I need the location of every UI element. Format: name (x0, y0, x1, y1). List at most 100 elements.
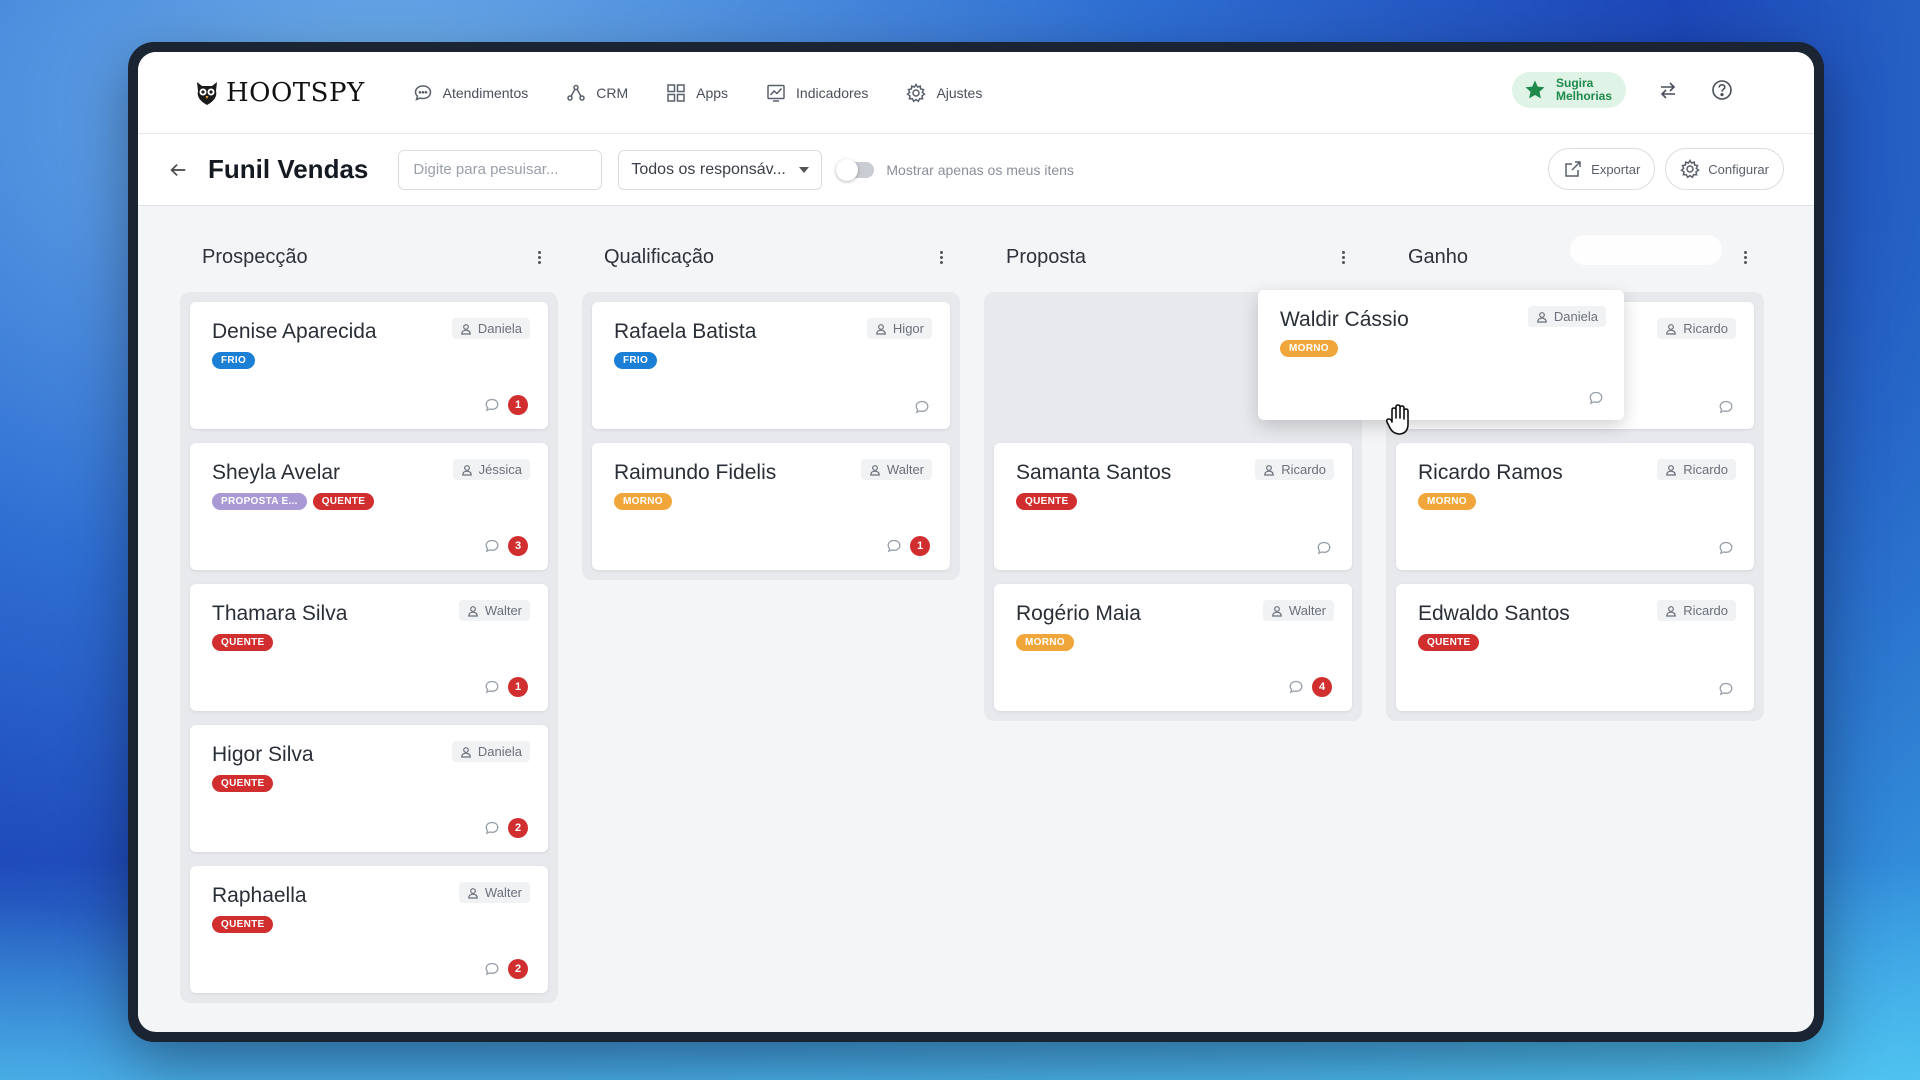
nav-ajustes[interactable]: Ajustes (906, 82, 982, 103)
card-owner-name: Ricardo (1281, 462, 1326, 477)
export-button[interactable]: Exportar (1548, 148, 1656, 190)
card-footer: 2 (484, 959, 528, 979)
card-tags: QUENTE (1418, 634, 1732, 651)
card-tags: MORNO (1418, 493, 1732, 510)
app-screen: HOOTSPY Atendimentos CRM Apps Indicadore… (138, 52, 1814, 1032)
nav-label: Indicadores (796, 84, 869, 101)
card-owner-name: Higor (892, 321, 924, 336)
comment-icon[interactable] (914, 399, 930, 415)
nav-atendimentos[interactable]: Atendimentos (413, 83, 528, 103)
configure-label: Configurar (1708, 161, 1769, 177)
card-owner: Daniela (451, 741, 530, 762)
deal-card[interactable]: Rogério Maia Walter MORNO 4 (994, 584, 1352, 711)
toolbar-actions: Exportar Configurar (1548, 148, 1784, 190)
back-arrow-icon[interactable] (168, 160, 192, 180)
my-items-toggle[interactable] (836, 158, 875, 181)
card-tags: MORNO (1280, 340, 1602, 357)
comment-icon[interactable] (1288, 679, 1304, 695)
column-filter-pill (1570, 235, 1722, 265)
card-owner-name: Ricardo (1683, 603, 1728, 618)
deal-card[interactable]: Higor Silva Daniela QUENTE 2 (190, 725, 548, 852)
more-vertical-icon[interactable] (936, 249, 946, 266)
deal-card[interactable]: Ricardo Ramos Ricardo MORNO (1396, 443, 1754, 570)
card-tags: PROPOSTA E... QUENTE (212, 493, 526, 510)
card-owner: Walter (458, 600, 530, 621)
person-icon (460, 323, 472, 335)
status-badge: QUENTE (212, 775, 274, 792)
suggest-label: Sugira Melhorias (1556, 77, 1612, 103)
comment-icon[interactable] (484, 538, 500, 554)
nav-items: Atendimentos CRM Apps Indicadores Ajuste… (413, 82, 982, 103)
card-owner-name: Daniela (1553, 309, 1598, 324)
card-owner: Ricardo (1657, 318, 1736, 339)
comment-icon[interactable] (1718, 540, 1734, 556)
status-badge: QUENTE (212, 916, 274, 933)
column-body[interactable]: Denise Aparecida Daniela FRIO 1 Sheyla Avela… (180, 292, 558, 1003)
more-vertical-icon[interactable] (1338, 249, 1348, 266)
deal-card[interactable]: Sheyla Avelar Jéssica PROPOSTA E... QUENTE 3 (190, 443, 548, 570)
more-vertical-icon[interactable] (534, 249, 544, 266)
deal-card[interactable]: Edwaldo Santos Ricardo QUENTE (1396, 584, 1754, 711)
column-body[interactable]: Rafaela Batista Higor FRIO Raimundo Fidelis… (582, 292, 960, 580)
card-footer: 3 (484, 536, 528, 556)
deal-card[interactable]: Raphaella Walter QUENTE 2 (190, 866, 548, 993)
status-badge: MORNO (1418, 493, 1476, 510)
card-footer: 2 (484, 818, 528, 838)
comment-icon[interactable] (1316, 540, 1332, 556)
person-icon (1263, 464, 1275, 476)
card-footer (1588, 390, 1604, 406)
deal-card[interactable]: Rafaela Batista Higor FRIO (592, 302, 950, 429)
owl-logo-icon (197, 81, 217, 105)
unread-count-badge: 2 (508, 818, 528, 838)
logo[interactable]: HOOTSPY (194, 78, 365, 108)
suggest-improvements-button[interactable]: Sugira Melhorias (1511, 72, 1626, 108)
status-badge: MORNO (1016, 634, 1074, 651)
page-title: Funil Vendas (208, 154, 369, 184)
column-header: Qualificação (582, 222, 960, 292)
deal-card[interactable]: Raimundo Fidelis Walter MORNO 1 (592, 443, 950, 570)
grab-hand-cursor-icon (1385, 404, 1409, 435)
more-vertical-icon[interactable] (1740, 249, 1750, 266)
search-input[interactable] (398, 149, 603, 190)
status-badge: QUENTE (1016, 493, 1078, 510)
status-badge: FRIO (614, 352, 658, 369)
comment-icon[interactable] (484, 961, 500, 977)
swap-icon[interactable] (1656, 78, 1680, 102)
dragging-card[interactable]: Waldir Cássio Daniela MORNO (1258, 290, 1624, 420)
card-footer (1718, 681, 1734, 697)
card-footer: 4 (1288, 677, 1332, 697)
person-icon (1665, 323, 1677, 335)
configure-button[interactable]: Configurar (1665, 148, 1784, 190)
unread-count-badge: 4 (1312, 677, 1332, 697)
nav-crm[interactable]: CRM (566, 83, 628, 103)
column-title: Ganho (1408, 245, 1469, 268)
card-footer (1718, 540, 1734, 556)
deal-card[interactable]: Samanta Santos Ricardo QUENTE (994, 443, 1352, 570)
comment-icon[interactable] (484, 397, 500, 413)
comment-icon[interactable] (1588, 390, 1604, 406)
top-nav: HOOTSPY Atendimentos CRM Apps Indicadore… (138, 52, 1814, 134)
card-tags: MORNO (1016, 634, 1330, 651)
column-header: Prospecção (180, 222, 558, 292)
card-tags: FRIO (614, 352, 928, 369)
comment-icon[interactable] (1718, 681, 1734, 697)
help-icon[interactable] (1710, 78, 1734, 102)
nav-apps[interactable]: Apps (666, 83, 728, 103)
nav-indicadores[interactable]: Indicadores (766, 83, 868, 103)
status-badge: FRIO (212, 352, 256, 369)
comment-icon[interactable] (1718, 399, 1734, 415)
suggest-label-line2: Melhorias (1555, 89, 1612, 103)
person-icon (1665, 464, 1677, 476)
card-footer (1718, 399, 1734, 415)
person-icon (467, 605, 479, 617)
export-icon (1565, 161, 1581, 177)
deal-card[interactable]: Denise Aparecida Daniela FRIO 1 (190, 302, 548, 429)
unread-count-badge: 1 (508, 677, 528, 697)
comment-icon[interactable] (886, 538, 902, 554)
comment-icon[interactable] (484, 820, 500, 836)
responsible-select[interactable]: Todos os responsáv... (618, 149, 823, 190)
card-tags: QUENTE (212, 775, 526, 792)
comment-icon[interactable] (484, 679, 500, 695)
card-owner-name: Walter (484, 603, 522, 618)
deal-card[interactable]: Thamara Silva Walter QUENTE 1 (190, 584, 548, 711)
